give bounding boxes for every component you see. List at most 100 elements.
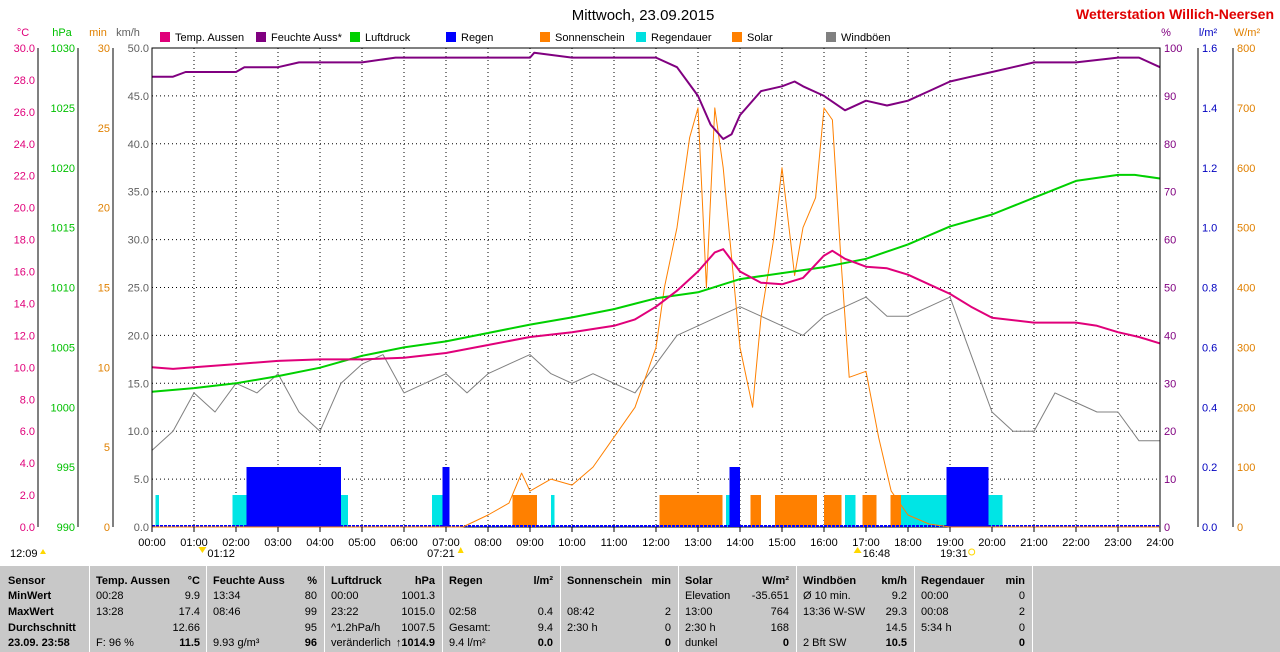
cell-value: 2 [664, 606, 671, 618]
min-temp-icon [198, 547, 207, 553]
column-unit: °C [187, 575, 200, 587]
row-label: Durchschnitt [8, 622, 76, 634]
rain-tick-label: 0.2 [1202, 462, 1217, 474]
rain-tick-label: 1.2 [1202, 163, 1217, 175]
cell-value: 96 [304, 637, 317, 649]
temp-tick-label: 20.0 [14, 203, 35, 215]
x-tick-label: 16:00 [810, 537, 838, 549]
cell-value: 9.2 [891, 590, 907, 602]
temp-tick-label: 8.0 [20, 394, 35, 406]
legend-label: Regendauer [651, 32, 712, 44]
temp-tick-label: 24.0 [14, 139, 35, 151]
pressure-tick-label: 1030 [51, 43, 75, 55]
rain-tick-label: 1.0 [1202, 223, 1217, 235]
regendauer-bar [155, 495, 159, 527]
humidity-tick-label: 80 [1164, 139, 1176, 151]
x-tick-label: 04:00 [306, 537, 334, 549]
legend-swatch [826, 32, 836, 42]
minutes-unit-label: min [89, 27, 107, 39]
column-unit: min [1005, 575, 1025, 587]
sonnenschein-bar [824, 495, 842, 527]
pressure-tick-label: 1020 [51, 163, 75, 175]
cell-value: -35.651 [751, 590, 789, 602]
temp-unit-label: °C [17, 27, 29, 39]
wind-tick-label: 50.0 [128, 43, 149, 55]
cell-value: 764 [770, 606, 789, 618]
rain-tick-label: 1.4 [1202, 103, 1217, 115]
legend-swatch [160, 32, 170, 42]
cell-value: 14.5 [885, 622, 907, 634]
grid [151, 47, 1161, 528]
solar-tick-label: 0 [1237, 522, 1243, 534]
temp-tick-label: 12.0 [14, 330, 35, 342]
solar-tick-label: 700 [1237, 103, 1255, 115]
regendauer-bar [845, 495, 856, 527]
legend-label: Sonnenschein [555, 32, 625, 44]
pressure-tick-label: 1025 [51, 103, 75, 115]
cell-value: 29.3 [885, 606, 907, 618]
x-tick-label: 23:00 [1104, 537, 1132, 549]
sonnenschein-bar [775, 495, 817, 527]
wind-tick-label: 20.0 [128, 330, 149, 342]
cell-value: 0.4 [537, 606, 553, 618]
x-tick-label: 11:00 [601, 537, 628, 549]
column-unit: % [307, 575, 317, 587]
legend-label: Feuchte Auss* [271, 32, 343, 44]
sonnenschein-bar [890, 495, 901, 527]
pressure-tick-label: 1015 [51, 223, 75, 235]
x-tick-label: 12:00 [642, 537, 670, 549]
wind-tick-label: 25.0 [128, 283, 149, 295]
sonnenschein-bar [862, 495, 877, 527]
humidity-unit-label: % [1161, 27, 1171, 39]
temp-tick-label: 16.0 [14, 267, 35, 279]
pressure-tick-label: 990 [57, 522, 75, 534]
column-unit: l/m² [533, 575, 553, 587]
rain-tick-label: 0.6 [1202, 342, 1217, 354]
x-tick-label: 03:00 [264, 537, 292, 549]
sunrise-label: 07:21 [427, 548, 455, 560]
pressure-tick-label: 1000 [51, 402, 75, 414]
legend-swatch [446, 32, 456, 42]
column-separator [1032, 566, 1033, 652]
x-tick-label: 06:00 [390, 537, 418, 549]
legend-swatch [540, 32, 550, 42]
minutes-tick-label: 15 [98, 283, 110, 295]
sunset-label: 19:31 [940, 548, 968, 560]
wind-tick-label: 30.0 [128, 235, 149, 247]
minutes-tick-label: 5 [104, 442, 110, 454]
column-separator [914, 566, 915, 652]
wind-tick-label: 35.0 [128, 187, 149, 199]
cell-value: 0 [1018, 637, 1025, 649]
min-temp-time-label: 01:12 [207, 548, 235, 560]
chart-title: Mittwoch, 23.09.2015 [572, 7, 715, 24]
x-tick-label: 21:00 [1020, 537, 1048, 549]
cell-value: 1007.5 [401, 622, 435, 634]
cell-value: 12.66 [172, 622, 200, 634]
column-separator [678, 566, 679, 652]
solar-unit-label: W/m² [1234, 27, 1261, 39]
column-separator [89, 566, 90, 652]
solar-tick-label: 100 [1237, 462, 1255, 474]
cell-value: 1001.3 [401, 590, 435, 602]
legend-label: Temp. Aussen [175, 32, 244, 44]
sonnenschein-bar [512, 495, 537, 527]
summary-table: Sensor MinWert MaxWert Durchschnitt 23.09. 2… [0, 566, 1280, 652]
x-tick-label: 13:00 [684, 537, 712, 549]
row-label: MinWert [8, 590, 52, 602]
sonnenschein-bar [750, 495, 761, 527]
regen-bar [246, 467, 341, 527]
temp-tick-label: 22.0 [14, 171, 35, 183]
x-tick-label: 10:00 [558, 537, 586, 549]
legend-swatch [636, 32, 646, 42]
regen-bar [729, 467, 740, 527]
column-unit: hPa [414, 575, 435, 587]
x-tick-label: 14:00 [726, 537, 754, 549]
column-separator [442, 566, 443, 652]
column-separator [560, 566, 561, 652]
solar-tick-label: 400 [1237, 283, 1255, 295]
temp-tick-label: 4.0 [20, 458, 35, 470]
temp-tick-label: 2.0 [20, 490, 35, 502]
legend-label: Solar [747, 32, 773, 44]
x-tick-label: 18:00 [894, 537, 922, 549]
x-tick-label: 15:00 [768, 537, 796, 549]
